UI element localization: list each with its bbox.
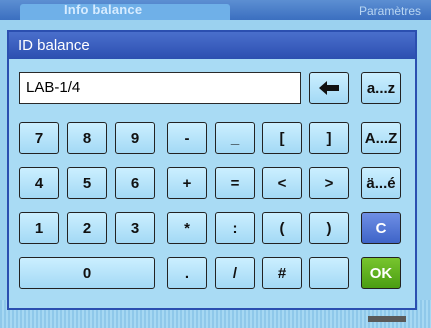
key-plus[interactable]: + (167, 167, 207, 199)
key-colon[interactable]: : (215, 212, 255, 244)
key-open-paren[interactable]: ( (262, 212, 302, 244)
lowercase-key[interactable]: a...z (361, 72, 401, 104)
key-minus[interactable]: - (167, 122, 207, 154)
key-period[interactable]: . (167, 257, 207, 289)
key-8[interactable]: 8 (67, 122, 107, 154)
background-right-label: Paramètres (358, 4, 421, 18)
key-underscore[interactable]: _ (215, 122, 255, 154)
id-balance-dialog: ID balance LAB-1/4 a...z 7 8 9 - _ [ ] A… (7, 30, 417, 310)
key-asterisk[interactable]: * (167, 212, 207, 244)
key-close-bracket[interactable]: ] (309, 122, 349, 154)
backspace-key[interactable] (309, 72, 349, 104)
space-key[interactable] (309, 257, 349, 289)
accents-key[interactable]: ä...é (361, 167, 401, 199)
footer-bar (368, 316, 406, 322)
key-open-bracket[interactable]: [ (262, 122, 302, 154)
key-hash[interactable]: # (262, 257, 302, 289)
key-slash[interactable]: / (215, 257, 255, 289)
key-greater-than[interactable]: > (309, 167, 349, 199)
ok-button[interactable]: OK (361, 257, 401, 289)
key-equals[interactable]: = (215, 167, 255, 199)
key-2[interactable]: 2 (67, 212, 107, 244)
key-7[interactable]: 7 (19, 122, 59, 154)
key-1[interactable]: 1 (19, 212, 59, 244)
key-9[interactable]: 9 (115, 122, 155, 154)
key-close-paren[interactable]: ) (309, 212, 349, 244)
id-input-field[interactable]: LAB-1/4 (19, 72, 301, 104)
backspace-arrow-icon (319, 81, 339, 95)
clear-button[interactable]: C (361, 212, 401, 244)
key-4[interactable]: 4 (19, 167, 59, 199)
key-5[interactable]: 5 (67, 167, 107, 199)
uppercase-key[interactable]: A...Z (361, 122, 401, 154)
dialog-title: ID balance (9, 32, 415, 59)
key-6[interactable]: 6 (115, 167, 155, 199)
background-title: Info balance (64, 2, 143, 17)
key-3[interactable]: 3 (115, 212, 155, 244)
key-0[interactable]: 0 (19, 257, 155, 289)
key-less-than[interactable]: < (262, 167, 302, 199)
